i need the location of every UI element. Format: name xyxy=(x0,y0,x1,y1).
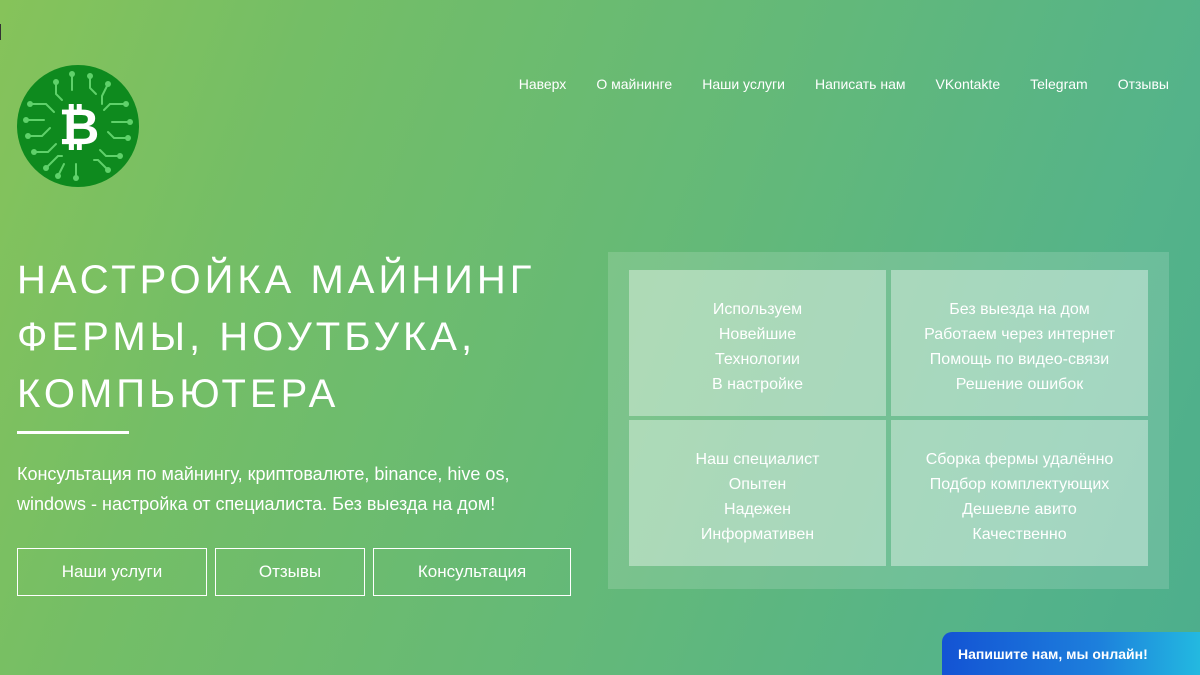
feature-line: Без выезда на дом xyxy=(949,301,1090,318)
nav-item-vkontakte[interactable]: VKontakte xyxy=(936,74,1001,94)
feature-line: Решение ошибок xyxy=(955,376,1084,393)
hero-description: Консультация по майнингу, криптовалюте, … xyxy=(17,464,510,514)
feature-line: Помощь по видео-связи xyxy=(929,351,1110,368)
main-nav: Наверх О майнинге Наши услуги Написать н… xyxy=(519,74,1169,94)
feature-line: Работаем через интернет xyxy=(924,326,1115,343)
reviews-button[interactable]: Отзывы xyxy=(215,548,365,596)
online-chat-button[interactable]: Напишите нам, мы онлайн! xyxy=(942,632,1200,675)
feature-line: Новейшие xyxy=(718,326,797,343)
hero-buttons: Наши услуги Отзывы Консультация xyxy=(17,548,571,596)
hero-title-underline xyxy=(17,431,129,434)
feature-line: В настройке xyxy=(712,376,803,393)
feature-card-specialist: Наш специалист Опытен Надежен Информатив… xyxy=(629,420,886,566)
services-button[interactable]: Наши услуги xyxy=(17,548,207,596)
feature-card-technologies: Используем Новейшие Технологии В настрой… xyxy=(629,270,886,416)
feature-card-farm-build: Сборка фермы удалённо Подбор комплектующ… xyxy=(891,420,1148,566)
nav-item-contact[interactable]: Написать нам xyxy=(815,74,906,94)
feature-card-remote: Без выезда на дом Работаем через интерне… xyxy=(891,270,1148,416)
feature-line: Качественно xyxy=(972,526,1067,543)
nav-item-about-mining[interactable]: О майнинге xyxy=(596,74,672,94)
logo-glyph: ₿ xyxy=(59,98,100,156)
feature-line: Дешевле авито xyxy=(962,501,1077,518)
feature-line: Надежен xyxy=(724,501,791,518)
site-logo[interactable]: ₿ xyxy=(16,64,140,188)
bitcoin-circuit-logo-icon: ₿ xyxy=(17,65,139,187)
feature-line: Опытен xyxy=(728,476,787,493)
feature-line: Подбор комплектующих xyxy=(929,476,1110,493)
feature-line: Технологии xyxy=(715,351,800,368)
window-edge-mark xyxy=(0,24,1,40)
feature-line: Сборка фермы удалённо xyxy=(925,451,1114,468)
features-panel: Используем Новейшие Технологии В настрой… xyxy=(608,252,1169,589)
consultation-button[interactable]: Консультация xyxy=(373,548,571,596)
nav-item-reviews[interactable]: Отзывы xyxy=(1118,74,1169,94)
nav-item-services[interactable]: Наши услуги xyxy=(702,74,785,94)
hero-title: НАСТРОЙКА МАЙНИНГ ФЕРМЫ, НОУТБУКА, КОМПЬ… xyxy=(17,258,536,416)
feature-line: Наш специалист xyxy=(695,451,820,468)
nav-item-telegram[interactable]: Telegram xyxy=(1030,74,1088,94)
feature-line: Информативен xyxy=(700,526,815,543)
chat-label: Напишите нам, мы онлайн! xyxy=(958,645,1148,662)
nav-item-top[interactable]: Наверх xyxy=(519,74,567,94)
feature-line: Используем xyxy=(712,301,803,318)
